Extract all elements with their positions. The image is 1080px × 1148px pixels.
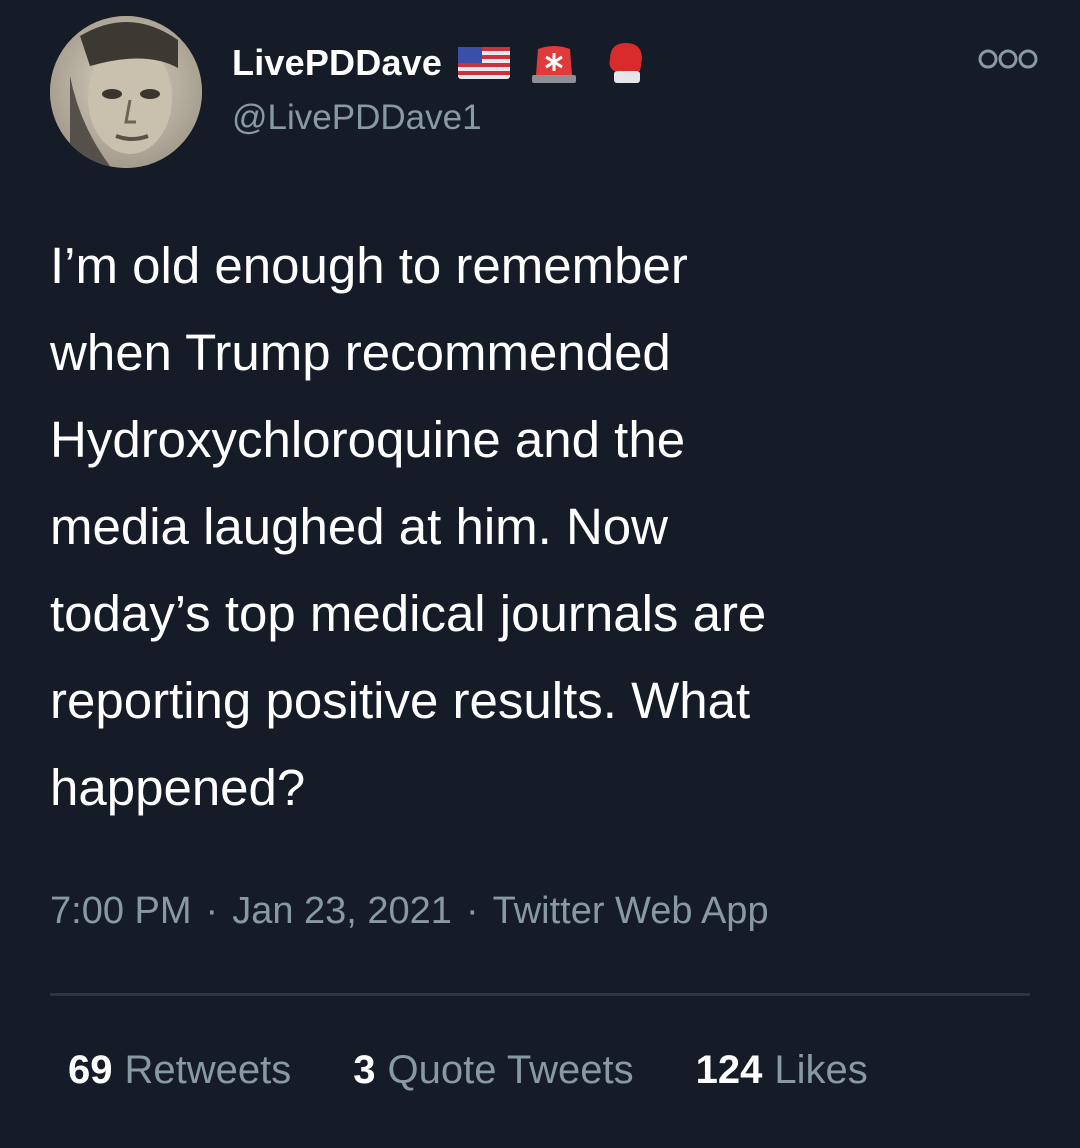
retweets-count: 69 [68,1048,113,1092]
tweet-time[interactable]: 7:00 PM [50,890,192,932]
quote-tweets-stat[interactable]: 3 Quote Tweets [353,1048,633,1093]
tweet-source[interactable]: Twitter Web App [493,890,769,932]
separator: · [465,890,479,932]
divider [50,993,1030,996]
quote-tweets-count: 3 [353,1048,376,1092]
boxing-glove-icon [596,41,652,85]
likes-stat[interactable]: 124 Likes [696,1048,868,1093]
police-light-icon [526,41,582,85]
retweets-stat[interactable]: 69 Retweets [68,1048,291,1093]
more-options-icon[interactable] [975,46,1041,72]
tweet-stats: 69 Retweets 3 Quote Tweets 124 Likes [68,1048,868,1093]
user-name-row: LivePDDave [232,38,652,88]
tweet-metadata: 7:00 PM · Jan 23, 2021 · Twitter Web App [50,890,769,933]
separator: · [205,890,219,932]
display-name[interactable]: LivePDDave [232,42,442,84]
likes-count: 124 [695,1048,763,1092]
quote-tweets-label: Quote Tweets [387,1048,634,1092]
tweet-date[interactable]: Jan 23, 2021 [232,890,452,932]
likes-label: Likes [774,1048,868,1092]
tweet-card: LivePDDave @LivePDDave1 I’m old enough t… [0,0,1080,1148]
avatar[interactable] [50,16,202,168]
user-handle[interactable]: @LivePDDave1 [232,98,482,138]
avatar-image [50,16,202,168]
retweets-label: Retweets [124,1048,292,1092]
us-flag-icon [456,41,512,85]
tweet-text: I’m old enough to remember when Trump re… [50,237,767,816]
